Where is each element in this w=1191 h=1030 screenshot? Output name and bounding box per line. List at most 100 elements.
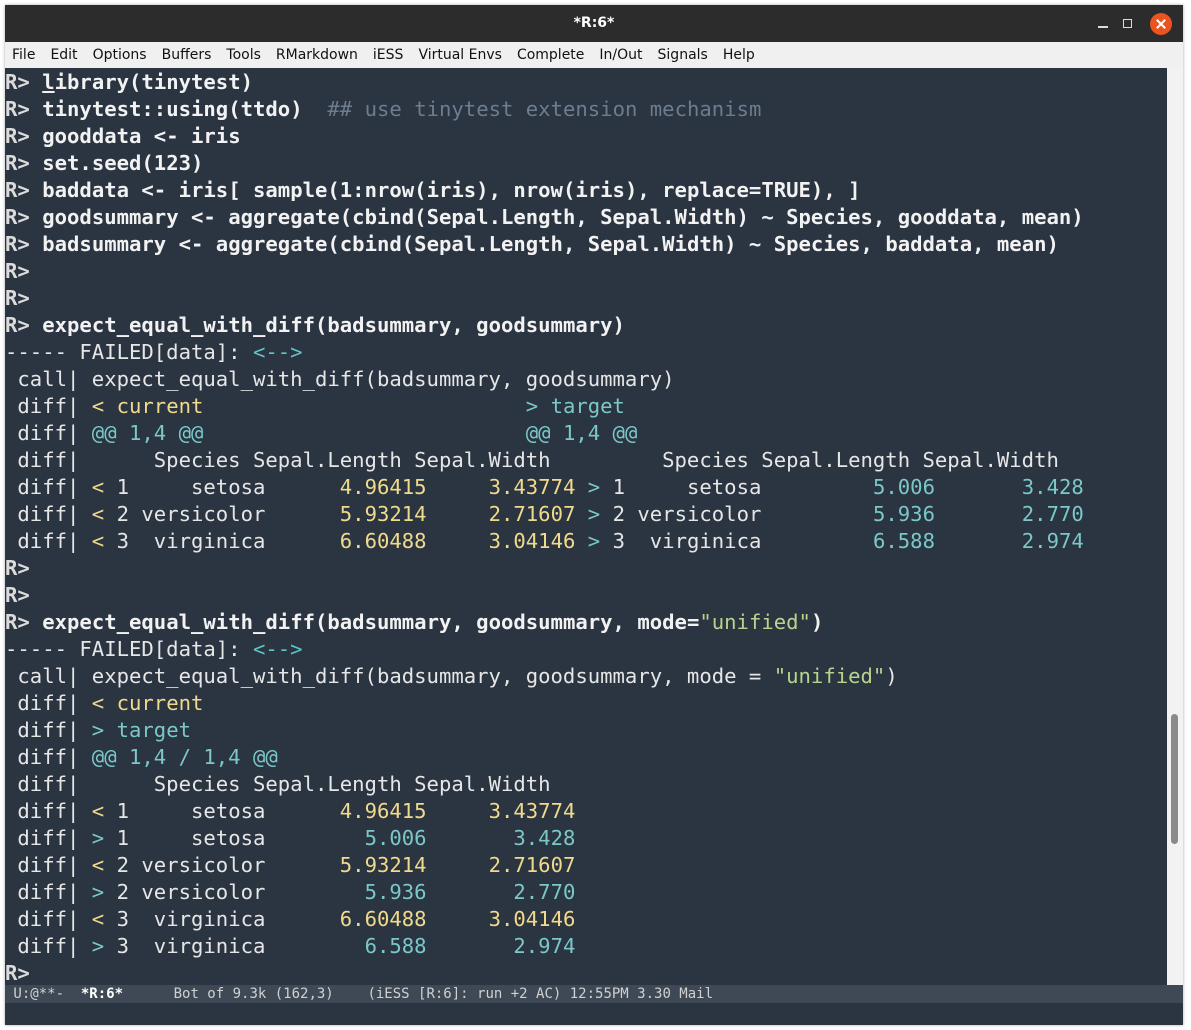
row-text: 2 versicolor: [600, 502, 873, 526]
diff-content: @@ 1,4 / 1,4 @@: [91, 745, 278, 769]
console-line: R> library(tinytest): [5, 69, 1084, 96]
console-line: R>: [5, 285, 1084, 312]
row-text: 2 versicolor: [104, 502, 340, 526]
console-line: diff| > 1 setosa 5.006 3.428: [5, 825, 1084, 852]
diff-value: 2.71607: [488, 853, 576, 877]
diff-value: 5.936: [364, 880, 427, 904]
console-line: R> set.seed(123): [5, 150, 1084, 177]
call-text: ): [885, 664, 898, 688]
target-value: 6.588: [872, 529, 935, 553]
comment-text: ## use tinytest extension mechanism: [327, 97, 762, 121]
diff-value: 3.04146: [488, 907, 576, 931]
menu-in-out[interactable]: In/Out: [599, 47, 642, 63]
target-value: 5.006: [872, 475, 935, 499]
row-text: 3 virginica: [104, 907, 340, 931]
diff-marker: <: [91, 853, 105, 877]
row-text: 1 setosa: [104, 799, 340, 823]
diff-label: diff|: [5, 826, 92, 850]
scrollbar[interactable]: [1167, 68, 1183, 985]
minimize-icon[interactable]: [1092, 13, 1114, 35]
string-literal: "unified": [699, 610, 811, 634]
cursor-char: l: [42, 70, 55, 94]
console-line: diff| < 1 setosa 4.96415 3.43774 > 1 set…: [5, 474, 1084, 501]
menu-tools[interactable]: Tools: [226, 47, 261, 63]
menu-file[interactable]: File: [12, 47, 35, 63]
console-line: diff| < current > target: [5, 393, 1084, 420]
prompt: R>: [5, 610, 30, 634]
diff-marker: >: [91, 826, 105, 850]
call-text: call| expect_equal_with_diff(badsummary,…: [5, 664, 774, 688]
diff-value: 6.588: [364, 934, 427, 958]
diff-label: diff|: [5, 718, 92, 742]
console-line: diff| Species Sepal.Length Sepal.Width: [5, 771, 1084, 798]
diff-label: diff|: [5, 853, 92, 877]
row-text: 2 versicolor: [104, 880, 365, 904]
r-console-buffer[interactable]: R> library(tinytest) R> tinytest::using(t…: [5, 68, 1167, 985]
console-line: diff| Species Sepal.Length Sepal.Width S…: [5, 447, 1084, 474]
console-line: diff| @@ 1,4 / 1,4 @@: [5, 744, 1084, 771]
console-line: R>: [5, 582, 1084, 609]
row-text: 3 virginica: [104, 934, 365, 958]
console-lines: R> library(tinytest) R> tinytest::using(t…: [5, 69, 1084, 985]
title-bar[interactable]: *R:6*: [5, 5, 1183, 42]
emacs-window: *R:6* File Edit Options Buffers Tools RMarkdo…: [5, 5, 1183, 1025]
current-value: 3.04146: [488, 529, 576, 553]
command-text: ): [810, 610, 824, 634]
row-text: 1 setosa: [104, 826, 365, 850]
target-marker: >: [575, 502, 601, 526]
close-icon[interactable]: [1150, 13, 1172, 35]
menu-virtual-envs[interactable]: Virtual Envs: [418, 47, 502, 63]
current-marker: <: [91, 475, 105, 499]
diff-text: call| expect_equal_with_diff(badsummary,…: [5, 367, 675, 391]
diff-value: 5.93214: [339, 853, 427, 877]
diff-content: < current: [91, 691, 204, 715]
prompt: R>: [5, 178, 30, 202]
diff-marker: >: [91, 880, 105, 904]
menu-options[interactable]: Options: [93, 47, 147, 63]
row-text: 2 versicolor: [104, 853, 340, 877]
prompt: R>: [5, 583, 30, 607]
console-line: R>: [5, 555, 1084, 582]
diff-arrow: <-->: [252, 637, 303, 661]
current-value: 3.43774: [488, 475, 576, 499]
console-line: diff| < 3 virginica 6.60488 3.04146: [5, 906, 1084, 933]
menu-help[interactable]: Help: [723, 47, 755, 63]
scrollbar-thumb[interactable]: [1171, 714, 1178, 844]
prompt: R>: [5, 961, 30, 985]
console-line: ----- FAILED[data]: <-->: [5, 339, 1084, 366]
diff-value: 6.60488: [339, 907, 427, 931]
maximize-icon[interactable]: [1117, 13, 1139, 35]
target-value: 2.770: [1021, 502, 1084, 526]
target-marker: >: [575, 475, 601, 499]
console-line: diff| < current: [5, 690, 1084, 717]
current-marker: <: [91, 502, 105, 526]
target-value: 3.428: [1021, 475, 1084, 499]
console-line: diff| < 2 versicolor 5.93214 2.71607 > 2…: [5, 501, 1084, 528]
prompt: R>: [5, 313, 30, 337]
menu-complete[interactable]: Complete: [517, 47, 584, 63]
menu-buffers[interactable]: Buffers: [162, 47, 212, 63]
menu-signals[interactable]: Signals: [658, 47, 708, 63]
menu-edit[interactable]: Edit: [50, 47, 77, 63]
minibuffer[interactable]: [5, 1003, 1183, 1025]
command-text: badsummary <- aggregate(cbind(Sepal.Leng…: [42, 232, 1059, 256]
console-line: diff| < 2 versicolor 5.93214 2.71607: [5, 852, 1084, 879]
diff-label: diff|: [5, 907, 92, 931]
diff-value: 5.006: [364, 826, 427, 850]
menu-rmarkdown[interactable]: RMarkdown: [276, 47, 358, 63]
diff-value: 4.96415: [339, 799, 427, 823]
diff-text: diff| Species Sepal.Length Sepal.Width S…: [5, 448, 1059, 472]
diff-left: < current: [91, 394, 204, 418]
diff-value: 2.974: [513, 934, 576, 958]
console-line: R> expect_equal_with_diff(badsummary, go…: [5, 312, 1084, 339]
prompt: R>: [5, 286, 30, 310]
diff-label: diff|: [5, 799, 92, 823]
diff-label: diff|: [5, 745, 92, 769]
console-line: call| expect_equal_with_diff(badsummary,…: [5, 366, 1084, 393]
menu-iess[interactable]: iESS: [373, 47, 404, 63]
